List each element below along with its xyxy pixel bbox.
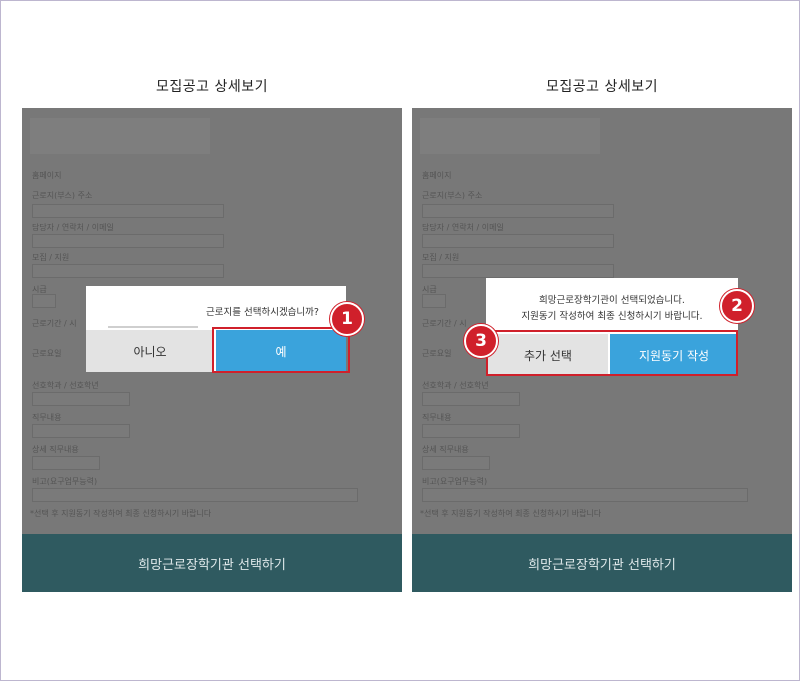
field-label: 선호학과 / 선호학년 <box>422 381 489 390</box>
field-label: 모집 / 지원 <box>32 253 70 262</box>
header-block <box>30 118 210 154</box>
highlight-dialog-buttons <box>486 330 738 376</box>
field-input[interactable] <box>422 264 614 278</box>
page-title: 모집공고 상세보기 <box>156 79 268 95</box>
field-label: 비고(요구업무능력) <box>32 477 98 486</box>
field-label: 선호학과 / 선호학년 <box>32 381 99 390</box>
dialog-divider <box>108 326 198 328</box>
field-label: 근로지(부스) 주소 <box>422 191 483 200</box>
field-label: 담당자 / 연락처 / 이메일 <box>422 223 504 232</box>
field-label: 비고(요구업무능력) <box>422 477 488 486</box>
field-input[interactable] <box>32 294 56 308</box>
step-badge-1: 1 <box>330 302 364 336</box>
field-input[interactable] <box>422 424 520 438</box>
field-input[interactable] <box>32 392 130 406</box>
field-label: 근로지(부스) 주소 <box>32 191 93 200</box>
highlight-yes <box>212 327 350 373</box>
field-label: 홈페이지 <box>422 171 452 180</box>
dialog-message-line1: 희망근로장학기관이 선택되었습니다. <box>539 295 685 306</box>
no-button[interactable]: 아니오 <box>86 330 214 372</box>
field-input[interactable] <box>422 294 446 308</box>
field-input[interactable] <box>32 488 358 502</box>
field-input[interactable] <box>422 392 520 406</box>
field-label: 모집 / 지원 <box>422 253 460 262</box>
header-block <box>420 118 600 154</box>
field-label: 담당자 / 연락처 / 이메일 <box>32 223 114 232</box>
field-input[interactable] <box>32 456 100 470</box>
field-label: 홈페이지 <box>32 171 62 180</box>
select-institution-button[interactable]: 희망근로장학기관 선택하기 <box>412 534 792 592</box>
dialog-message-line2: 지원동기 작성하여 최종 신청하시기 바랍니다. <box>521 311 703 322</box>
dialog-message: 근로지를 선택하시겠습니까? <box>206 307 319 318</box>
notice-text: *선택 후 지원동기 작성하여 최종 신청하시기 바랍니다 <box>30 509 212 518</box>
field-label: 직무내용 <box>422 413 452 422</box>
panel-left: 모집공고 상세보기 홈페이지 근로지(부스) 주소 담당자 / 연락처 / 이메… <box>22 0 402 681</box>
field-input[interactable] <box>32 234 224 248</box>
field-input[interactable] <box>422 234 614 248</box>
page-title: 모집공고 상세보기 <box>546 79 658 95</box>
panel-right: 모집공고 상세보기 홈페이지 근로지(부스) 주소 담당자 / 연락처 / 이메… <box>412 0 792 681</box>
field-input[interactable] <box>422 204 614 218</box>
step-badge-3: 3 <box>464 324 498 358</box>
field-input[interactable] <box>32 424 130 438</box>
field-input[interactable] <box>32 264 224 278</box>
select-institution-button[interactable]: 희망근로장학기관 선택하기 <box>22 534 402 592</box>
field-input[interactable] <box>32 204 224 218</box>
field-input[interactable] <box>422 456 490 470</box>
field-label: 직무내용 <box>32 413 62 422</box>
field-label: 근로요일 <box>32 349 62 358</box>
field-label: 근로요일 <box>422 349 452 358</box>
step-badge-2: 2 <box>720 289 754 323</box>
field-label: 근로기간 / 시 <box>32 319 77 328</box>
field-label: 상세 직무내용 <box>32 445 79 454</box>
field-input[interactable] <box>422 488 748 502</box>
field-label: 상세 직무내용 <box>422 445 469 454</box>
field-label: 근로기간 / 시 <box>422 319 467 328</box>
notice-text: *선택 후 지원동기 작성하여 최종 신청하시기 바랍니다 <box>420 509 602 518</box>
